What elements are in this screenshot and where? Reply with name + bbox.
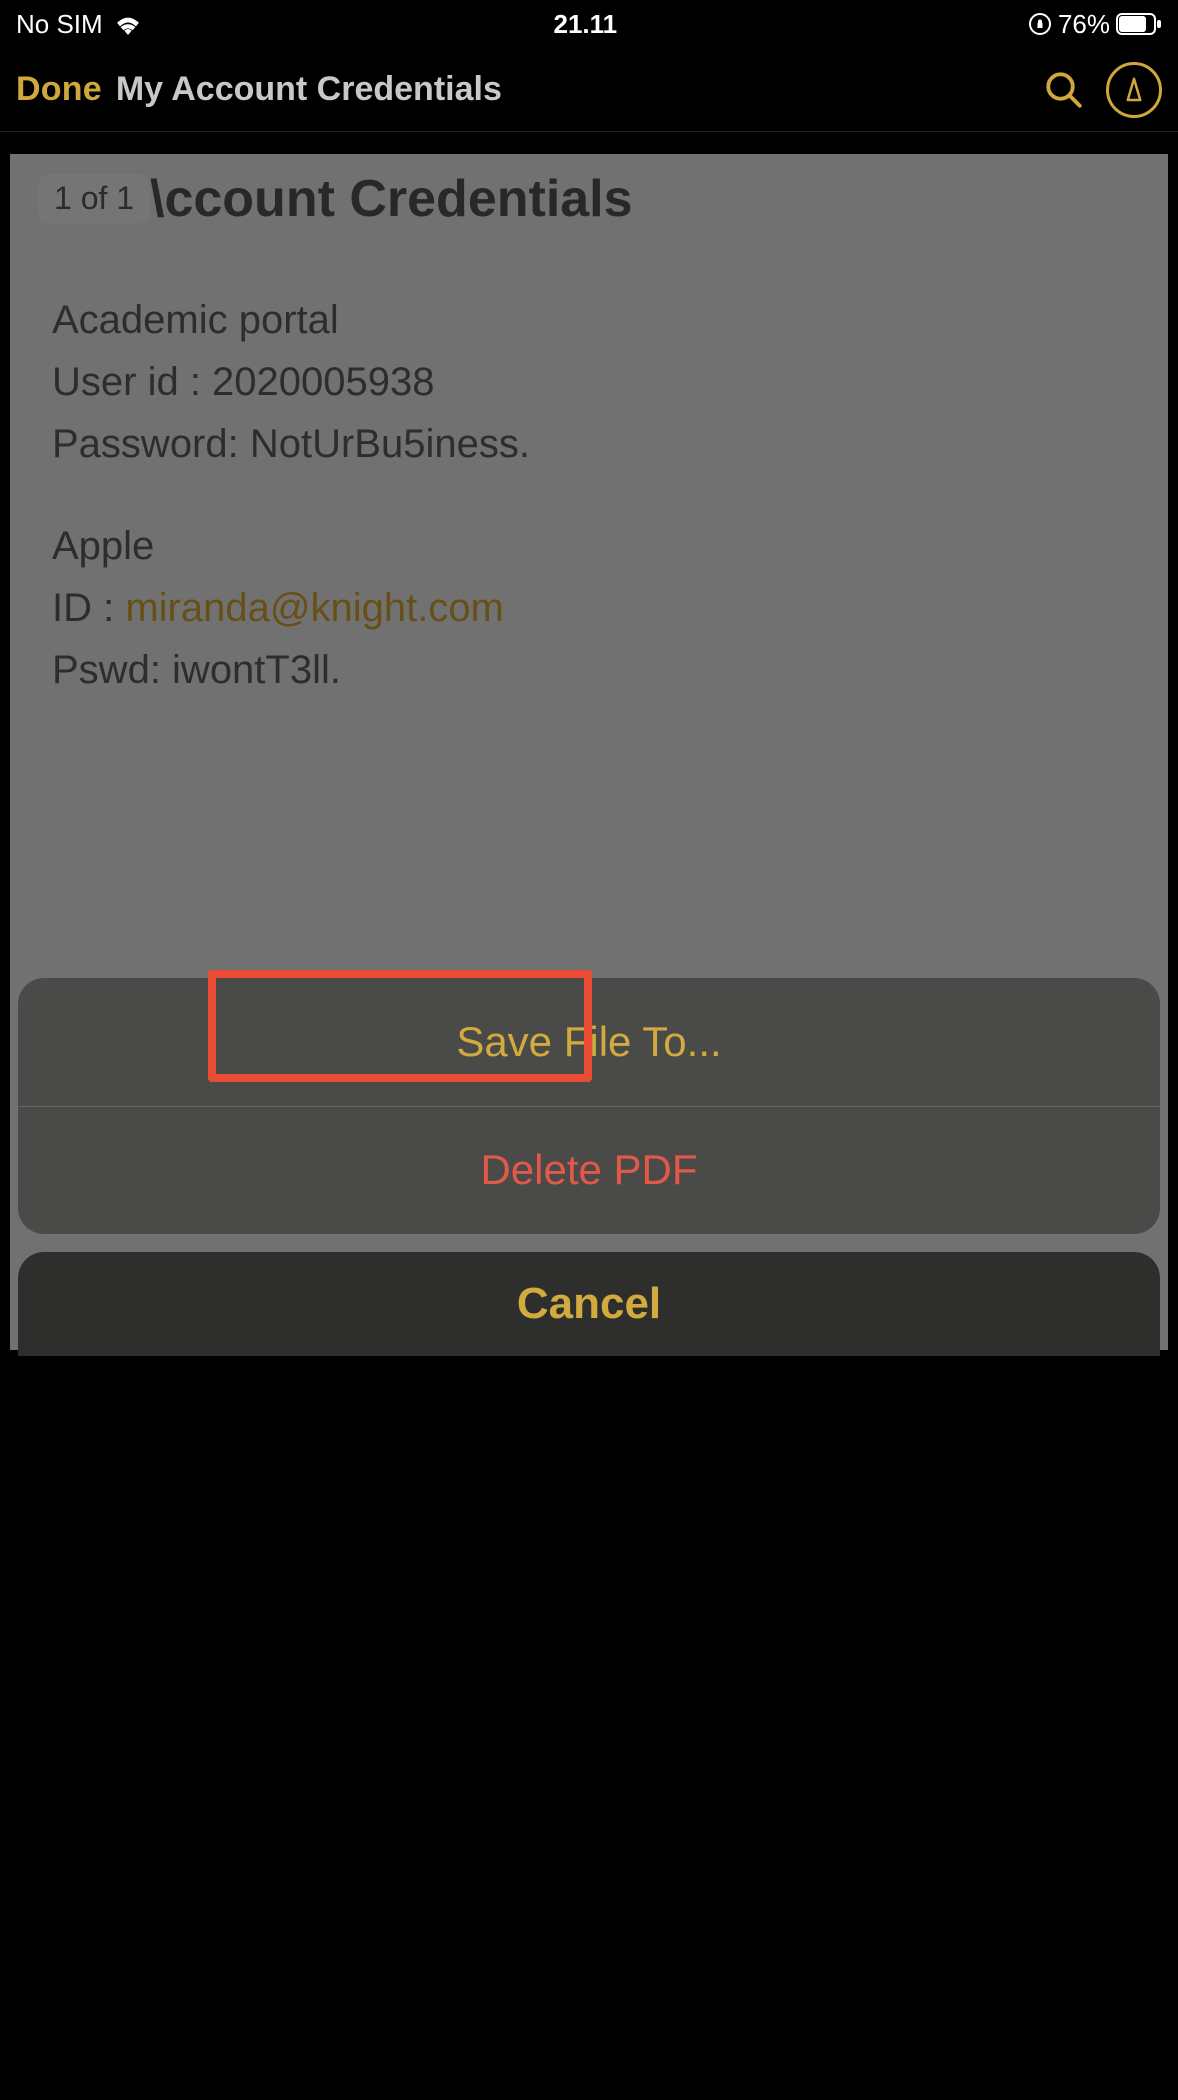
doc-line: Pswd: iwontT3ll. bbox=[52, 639, 1126, 701]
document-content: \ccount Credentials Academic portal User… bbox=[52, 169, 1126, 701]
carrier-text: No SIM bbox=[16, 9, 103, 40]
save-file-to-button[interactable]: Save File To... bbox=[18, 978, 1160, 1106]
action-sheet: Save File To... Delete PDF Cancel bbox=[18, 978, 1160, 1356]
status-bar: No SIM 21.11 76% bbox=[0, 0, 1178, 48]
clock-text: 21.11 bbox=[554, 9, 618, 40]
nav-bar: Done My Account Credentials bbox=[0, 48, 1178, 132]
doc-line: Academic portal bbox=[52, 289, 1126, 351]
action-sheet-group: Save File To... Delete PDF bbox=[18, 978, 1160, 1234]
email-link[interactable]: miranda@knight.com bbox=[125, 586, 504, 630]
battery-percent-text: 76% bbox=[1058, 9, 1110, 40]
doc-line: Password: NotUrBu5iness. bbox=[52, 413, 1126, 475]
battery-icon bbox=[1116, 13, 1162, 35]
doc-line: Apple bbox=[52, 515, 1126, 577]
doc-line: User id : 2020005938 bbox=[52, 351, 1126, 413]
document-title: \ccount Credentials bbox=[150, 169, 1126, 229]
done-button[interactable]: Done bbox=[16, 70, 102, 109]
page-counter-badge: 1 of 1 bbox=[38, 174, 150, 223]
markup-pen-icon[interactable] bbox=[1106, 62, 1162, 118]
id-label: ID : bbox=[52, 586, 125, 630]
wifi-icon bbox=[113, 13, 143, 35]
cancel-button[interactable]: Cancel bbox=[18, 1252, 1160, 1356]
search-icon[interactable] bbox=[1036, 62, 1092, 118]
nav-title: My Account Credentials bbox=[116, 70, 1022, 109]
doc-line: ID : miranda@knight.com bbox=[52, 577, 1126, 639]
orientation-lock-icon bbox=[1028, 12, 1052, 36]
delete-pdf-button[interactable]: Delete PDF bbox=[18, 1106, 1160, 1234]
